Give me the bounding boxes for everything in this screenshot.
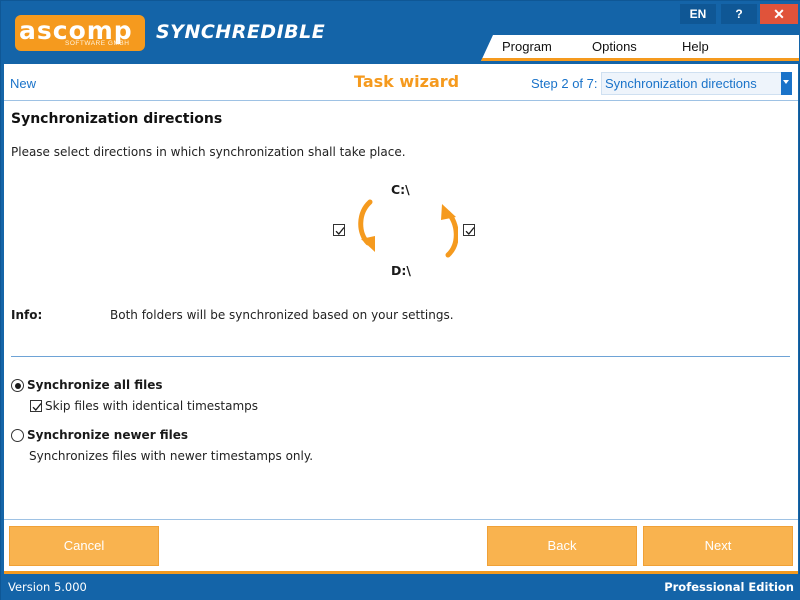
direction-down-checkbox[interactable] [333,224,345,236]
section-description: Please select directions in which synchr… [11,145,406,159]
info-label: Info: [11,308,43,322]
info-text: Both folders will be synchronized based … [110,308,454,322]
step-select-value: Synchronization directions [605,76,757,91]
next-button[interactable]: Next [643,526,793,566]
sync-newer-radio[interactable] [11,429,24,442]
back-button[interactable]: Back [487,526,637,566]
new-task-link[interactable]: New [10,76,36,91]
edition-text: Professional Edition [664,580,794,594]
sync-newer-description: Synchronizes files with newer timestamps… [29,449,314,463]
cancel-button[interactable]: Cancel [9,526,159,566]
menu-help[interactable]: Help [682,39,709,54]
sync-newer-label[interactable]: Synchronize newer files [27,428,188,442]
app-title: SYNCHREDIBLE [156,21,326,43]
target-drive-label: D:\ [391,263,411,278]
divider [11,356,790,357]
sync-arrows-icon [358,199,458,258]
footer-divider [4,519,798,520]
sync-all-radio[interactable] [11,379,24,392]
help-icon[interactable]: ? [721,4,757,24]
wizard-header: New Task wizard Step 2 of 7: Synchroniza… [4,64,798,101]
ascomp-logo: ascomp SOFTWARE GMBH [15,15,145,51]
logo-subtext: SOFTWARE GMBH [65,40,130,47]
direction-up-checkbox[interactable] [463,224,475,236]
wizard-panel: New Task wizard Step 2 of 7: Synchroniza… [4,64,798,571]
menu-options[interactable]: Options [592,39,637,54]
step-indicator: Step 2 of 7: [531,76,598,91]
menu-bar: Program Options Help [481,35,799,61]
app-window: ascomp SOFTWARE GMBH SYNCHREDIBLE EN ? ✕… [0,0,800,600]
skip-identical-label[interactable]: Skip files with identical timestamps [45,399,258,413]
chevron-down-icon[interactable] [781,72,792,95]
skip-identical-checkbox[interactable] [30,400,42,412]
status-bar: Version 5.000 Professional Edition [1,574,800,600]
close-icon[interactable]: ✕ [760,4,798,24]
menu-program[interactable]: Program [502,39,552,54]
page-title: Task wizard [354,72,460,91]
step-select[interactable]: Synchronization directions [601,72,792,95]
version-text: Version 5.000 [8,580,87,594]
source-drive-label: C:\ [391,182,410,197]
title-bar: ascomp SOFTWARE GMBH SYNCHREDIBLE EN ? ✕… [1,1,800,64]
sync-all-label[interactable]: Synchronize all files [27,378,163,392]
language-button[interactable]: EN [680,4,716,24]
section-title: Synchronization directions [11,111,223,127]
